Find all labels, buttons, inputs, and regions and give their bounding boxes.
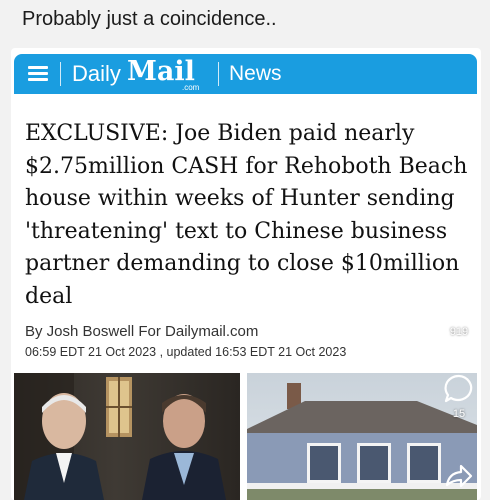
- header-divider: [218, 62, 219, 86]
- brand-com-text: .com: [182, 83, 200, 92]
- share-button[interactable]: [442, 458, 476, 492]
- like-button[interactable]: 919: [442, 290, 476, 338]
- photo-biden-portrait: [14, 373, 240, 500]
- thumbs-up-icon: [447, 294, 473, 320]
- section-label[interactable]: News: [229, 62, 282, 86]
- hamburger-menu-icon[interactable]: [28, 66, 48, 82]
- brand-daily-text: Daily: [72, 61, 121, 86]
- article-headline: EXCLUSIVE: Joe Biden paid nearly $2.75mi…: [25, 121, 468, 309]
- like-count: 919: [449, 326, 469, 338]
- post-caption: Probably just a coincidence..: [22, 8, 277, 30]
- share-arrow-icon: [445, 464, 473, 488]
- header-divider: [60, 62, 61, 86]
- article-card[interactable]: Daily Mail .com News EXCLUSIVE: Joe Bide…: [11, 48, 481, 500]
- article-dateline: 06:59 EDT 21 Oct 2023 , updated 16:53 ED…: [25, 345, 347, 359]
- speech-bubble-icon: [444, 374, 473, 403]
- article-byline: By Josh Boswell For Dailymail.com: [25, 323, 259, 340]
- comment-button[interactable]: 15: [442, 372, 476, 420]
- comment-count: 15: [452, 408, 466, 420]
- dailymail-header-bar: Daily Mail .com News: [14, 54, 477, 94]
